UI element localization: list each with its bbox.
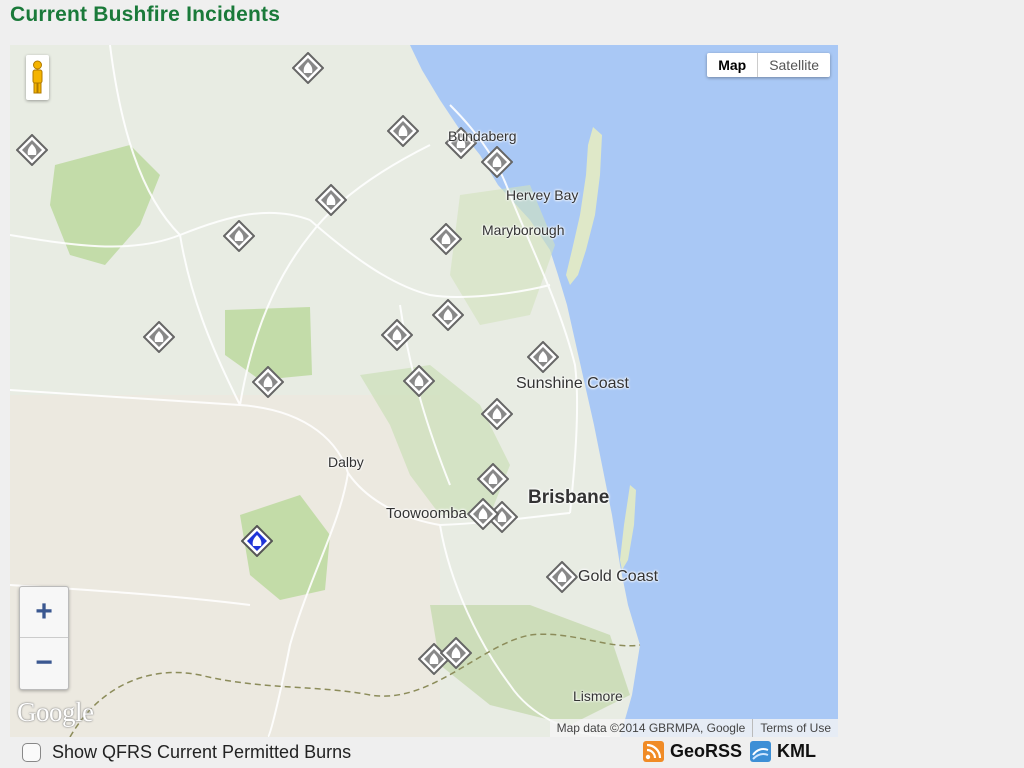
incident-marker[interactable] — [403, 365, 435, 397]
permitted-burns-label[interactable]: Show QFRS Current Permitted Burns — [52, 742, 351, 763]
incident-marker[interactable] — [440, 637, 472, 669]
zoom-in-button[interactable]: + — [20, 587, 68, 638]
map-type-control: Map Satellite — [707, 53, 830, 77]
city-label-lismore: Lismore — [573, 688, 623, 704]
city-label-bundaberg: Bundaberg — [448, 128, 517, 144]
incident-marker-selected[interactable] — [241, 525, 273, 557]
incident-marker[interactable] — [381, 319, 413, 351]
incident-marker[interactable] — [527, 341, 559, 373]
incident-marker[interactable] — [432, 299, 464, 331]
map-attribution: Map data ©2014 GBRMPA, Google Terms of U… — [549, 719, 838, 737]
zoom-out-button[interactable]: − — [20, 638, 68, 688]
kml-icon[interactable] — [750, 741, 772, 762]
incident-marker[interactable] — [292, 52, 324, 84]
google-logo[interactable]: Google — [17, 697, 94, 728]
city-label-hervey-bay: Hervey Bay — [506, 187, 579, 203]
zoom-control: + − — [19, 586, 69, 690]
map-type-satellite-button[interactable]: Satellite — [758, 53, 830, 77]
incident-marker[interactable] — [546, 561, 578, 593]
map-type-map-button[interactable]: Map — [707, 53, 759, 77]
page-title: Current Bushfire Incidents — [10, 3, 281, 26]
incident-marker[interactable] — [430, 223, 462, 255]
pegman-control[interactable] — [26, 55, 49, 100]
incident-marker[interactable] — [481, 146, 513, 178]
rss-icon[interactable] — [643, 741, 664, 762]
city-label-toowoomba: Toowoomba — [386, 505, 467, 522]
incident-marker[interactable] — [223, 220, 255, 252]
city-label-dalby: Dalby — [328, 454, 364, 470]
city-label-brisbane: Brisbane — [528, 487, 610, 508]
incident-marker[interactable] — [315, 184, 347, 216]
incident-marker[interactable] — [143, 321, 175, 353]
feed-links: GeoRSS KML — [643, 741, 816, 762]
georss-link[interactable]: GeoRSS — [670, 741, 742, 762]
kml-link[interactable]: KML — [777, 741, 816, 762]
incident-marker[interactable] — [481, 398, 513, 430]
city-label-sunshine-coast: Sunshine Coast — [516, 375, 629, 392]
incident-marker[interactable] — [467, 498, 499, 530]
incident-marker[interactable] — [477, 463, 509, 495]
permitted-burns-toggle[interactable]: Show QFRS Current Permitted Burns — [22, 742, 351, 763]
terms-of-use-link[interactable]: Terms of Use — [752, 719, 838, 737]
city-label-gold-coast: Gold Coast — [578, 568, 659, 585]
incident-marker[interactable] — [387, 115, 419, 147]
map-canvas[interactable]: Bundaberg Hervey Bay Maryborough Sunshin… — [10, 45, 838, 737]
permitted-burns-checkbox[interactable] — [22, 743, 41, 762]
map-data-credit: Map data ©2014 GBRMPA, Google — [556, 721, 746, 735]
pegman-icon — [32, 60, 43, 94]
incident-marker[interactable] — [252, 366, 284, 398]
incident-marker[interactable] — [16, 134, 48, 166]
city-label-maryborough: Maryborough — [482, 222, 565, 238]
